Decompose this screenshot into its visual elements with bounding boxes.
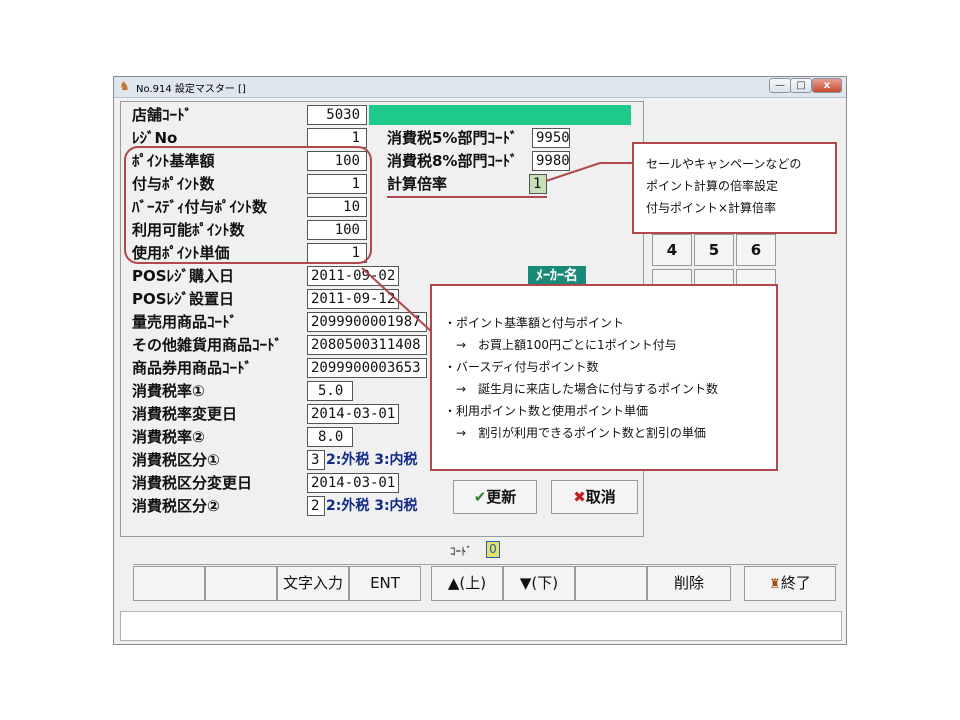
- multiplier-connector: [545, 162, 634, 182]
- points-callout-line-6: → 割引が利用できるポイント数と割引の単価: [444, 426, 706, 440]
- points-callout-line-5: ・利用ポイント数と使用ポイント単価: [444, 404, 649, 418]
- multiplier-callout-line-2: ポイント計算の倍率設定: [646, 179, 779, 193]
- points-callout-line-4: → 誕生月に来店した場合に付与するポイント数: [444, 382, 719, 396]
- points-connector: [361, 267, 433, 333]
- multiplier-callout-line-1: セールやキャンペーンなどの: [646, 157, 802, 171]
- points-callout-line-1: ・ポイント基準額と付与ポイント: [444, 316, 625, 330]
- points-callout: ・ポイント基準額と付与ポイント → お買上額100円ごとに1ポイント付与 ・バー…: [430, 284, 778, 471]
- multiplier-callout-line-3: 付与ポイント×計算倍率: [646, 201, 777, 215]
- points-callout-line-3: ・バースディ付与ポイント数: [444, 360, 599, 374]
- points-callout-line-2: → お買上額100円ごとに1ポイント付与: [444, 338, 677, 352]
- multiplier-callout: セールやキャンペーンなどの ポイント計算の倍率設定 付与ポイント×計算倍率: [632, 142, 837, 234]
